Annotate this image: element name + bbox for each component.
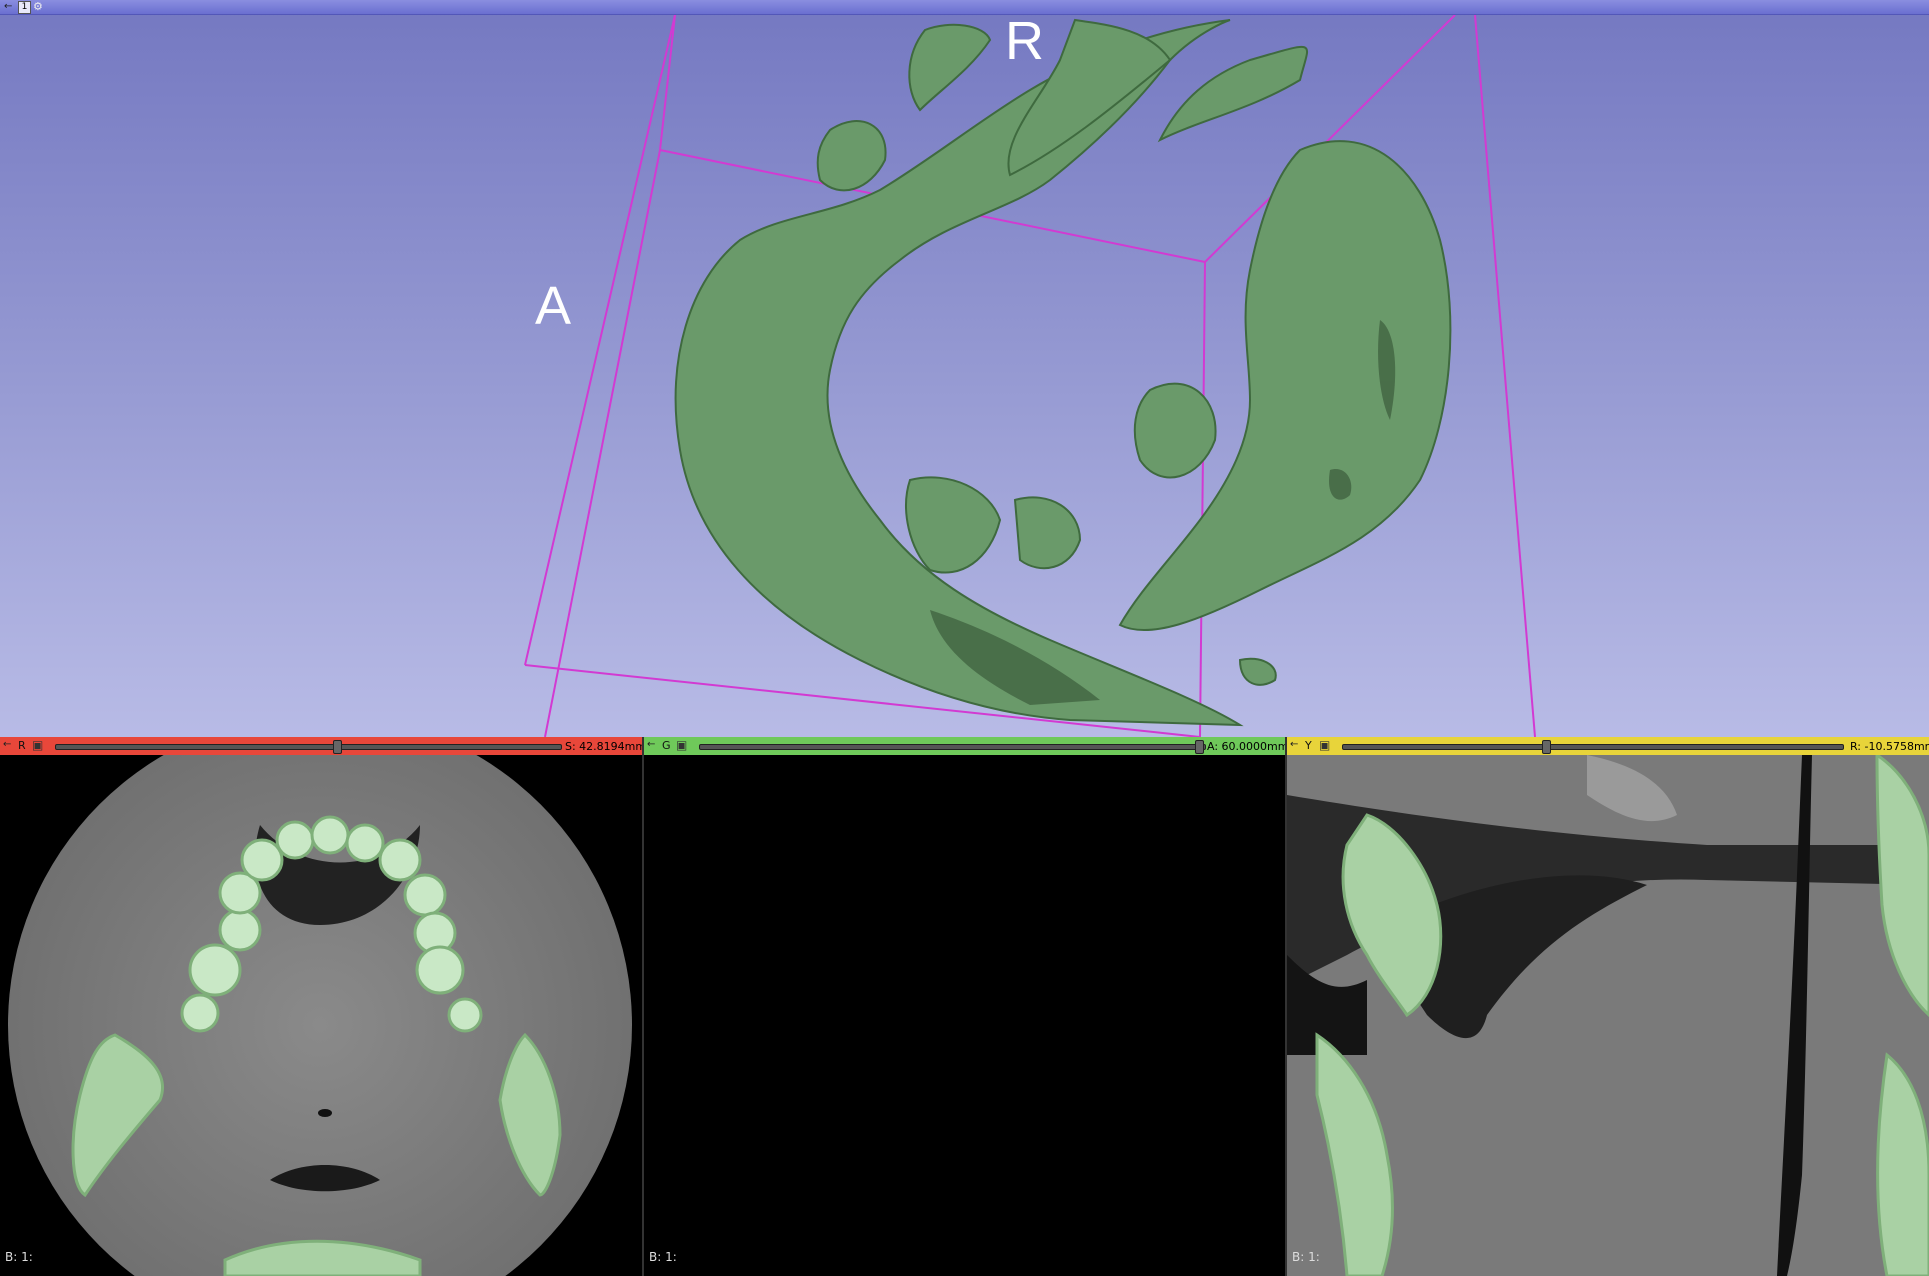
- yellow-slice-controller-bar: ← Y ▣ R: -10.5758mm: [1287, 737, 1929, 755]
- slice-coordinate: S: 42.8194mm: [565, 740, 642, 753]
- slice-letter: R: [18, 739, 26, 752]
- slice-coordinate: R: -10.5758mm: [1850, 740, 1929, 753]
- slice-footer-text: B: 1:: [1292, 1250, 1320, 1264]
- slice-offset-slider[interactable]: [1342, 744, 1844, 750]
- slice-letter: Y: [1305, 739, 1312, 752]
- slider-handle[interactable]: [333, 740, 342, 754]
- sagittal-ct-image: [1287, 755, 1929, 1276]
- pin-icon[interactable]: ←: [647, 739, 655, 750]
- link-icon[interactable]: ▣: [1319, 738, 1330, 752]
- axial-ct-image: [8, 755, 632, 1276]
- link-icon[interactable]: ▣: [676, 738, 687, 752]
- red-slice-controller-bar: ← R ▣ S: 42.8194mm: [0, 737, 642, 755]
- gear-icon[interactable]: ⚙: [33, 0, 43, 13]
- orientation-label-top: R: [1005, 11, 1044, 71]
- bone-surface-model: [674, 18, 1452, 727]
- slice-footer-text: B: 1:: [5, 1250, 33, 1264]
- slice-coordinate: A: 60.0000mm: [1207, 740, 1285, 753]
- slider-handle[interactable]: [1542, 740, 1551, 754]
- orientation-label-left: A: [535, 276, 572, 336]
- slice-letter: G: [662, 739, 671, 752]
- pin-icon[interactable]: ←: [4, 1, 12, 12]
- 3d-view-controller-bar: ← 1 ⚙: [0, 0, 1929, 15]
- pin-icon[interactable]: ←: [3, 739, 11, 750]
- link-icon[interactable]: ▣: [32, 738, 43, 752]
- view-number[interactable]: 1: [18, 1, 31, 14]
- slice-offset-slider[interactable]: [55, 744, 562, 750]
- pin-icon[interactable]: ←: [1290, 739, 1298, 750]
- green-slice-view[interactable]: ← G ▣ A: 60.0000mm B: 1:: [644, 737, 1285, 1276]
- slice-offset-slider[interactable]: [699, 744, 1206, 750]
- slice-footer-text: B: 1:: [649, 1250, 677, 1264]
- 3d-render[interactable]: [0, 0, 1929, 737]
- slider-handle[interactable]: [1195, 740, 1204, 754]
- red-slice-view[interactable]: ← R ▣ S: 42.8194mm B: 1:: [0, 737, 642, 1276]
- green-slice-controller-bar: ← G ▣ A: 60.0000mm: [644, 737, 1285, 755]
- 3d-view[interactable]: ← 1 ⚙ R A: [0, 0, 1929, 737]
- yellow-slice-view[interactable]: ← Y ▣ R: -10.5758mm B: 1:: [1287, 737, 1929, 1276]
